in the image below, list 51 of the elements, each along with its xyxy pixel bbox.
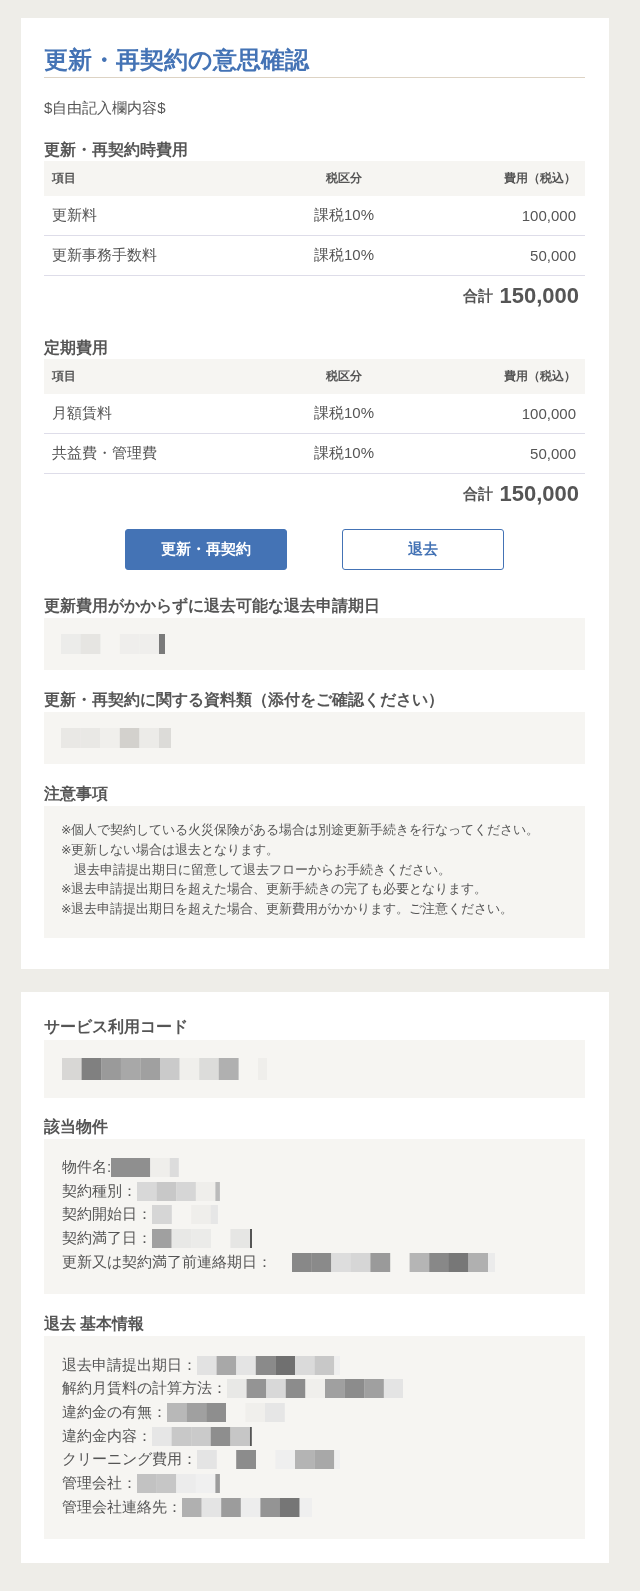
section-title: 更新・再契約に関する資料類（添付をご確認ください） (44, 690, 445, 710)
section-title: 定期費用 (44, 338, 109, 358)
table-cell-text: 更新事務手数料 (51, 246, 157, 265)
field-label: 契約開始日： (62, 1205, 152, 1225)
column-header: 費用（税込） (504, 170, 577, 187)
field-label: 契約満了日： (62, 1229, 152, 1249)
column-header: 費用（税込） (504, 368, 577, 385)
table-cell-text: 月額賃料 (51, 404, 112, 423)
field-label: 違約金の有無： (62, 1402, 167, 1422)
total-label: 合計 (463, 484, 494, 504)
section-title: サービス利用コード (44, 1016, 189, 1037)
field-label: 管理会社連絡先： (62, 1497, 182, 1517)
note-text: ※退去申請提出期日を超えた場合、更新手続きの完了も必要となります。 (61, 881, 489, 899)
field-label: 管理会社： (62, 1473, 137, 1493)
table-cell: 課税10% (314, 404, 374, 423)
note-text: 退去申請提出期日に留意して退去フローからお手続きください。 (72, 861, 452, 879)
column-header: 税区分 (326, 368, 362, 385)
table-cell-text: 100,000 (521, 207, 577, 224)
field-label: 物件名: (62, 1158, 112, 1178)
note-text: ※更新しない場合は退去となります。 (61, 841, 281, 859)
note-text: ※個人で契約している火災保険がある場合は別途更新手続きを行なってください。 (61, 822, 541, 839)
table-cell-text: 50,000 (530, 247, 577, 264)
table-cell-text: 更新料 (51, 206, 97, 225)
note-text: ※退去申請提出期日を超えた場合、更新費用がかかります。ご注意ください。 (61, 901, 515, 918)
free-text: $自由記入欄内容$ (44, 98, 167, 118)
total-amount: 150,000 (499, 481, 579, 507)
section-title: 更新費用がかからずに退去可能な退去申請期日 (44, 596, 381, 616)
action-button[interactable]: 更新・再契約 (125, 529, 287, 570)
table-cell-text: 100,000 (521, 405, 577, 422)
table-cell: 課税10% (314, 246, 374, 265)
page-title: 更新・再契約の意思確認 (44, 45, 585, 78)
field-label: 解約月賃料の計算方法： (62, 1379, 227, 1399)
table-cell-text: 50,000 (530, 445, 577, 462)
field-label: クリーニング費用： (62, 1450, 197, 1470)
action-button[interactable]: 退去 (342, 529, 504, 570)
field-label: 更新又は契約満了前連絡期日： (62, 1252, 272, 1272)
total-amount: 150,000 (499, 283, 579, 309)
column-header: 項目 (50, 368, 76, 385)
column-header: 税区分 (326, 170, 362, 187)
table-cell-text: 共益費・管理費 (51, 444, 157, 463)
column-header: 項目 (50, 170, 76, 187)
table-cell: 課税10% (314, 206, 374, 225)
field-label: 契約種別： (62, 1181, 137, 1201)
total-label: 合計 (463, 286, 494, 306)
section-title: 退去 基本情報 (44, 1314, 146, 1335)
section-title: 更新・再契約時費用 (44, 140, 189, 160)
field-label: 違約金内容： (62, 1426, 152, 1446)
section-title: 注意事項 (44, 784, 109, 804)
field-label: 退去申請提出期日： (62, 1355, 197, 1375)
section-title: 該当物件 (44, 1116, 109, 1137)
table-cell: 課税10% (314, 444, 374, 463)
